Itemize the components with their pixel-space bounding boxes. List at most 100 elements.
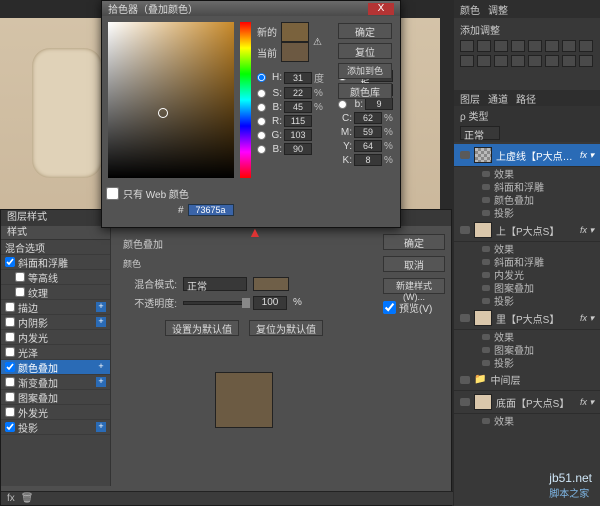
b2-input[interactable] [365, 98, 393, 110]
style-item[interactable]: 颜色叠加+ [1, 360, 110, 375]
style-checkbox[interactable] [5, 302, 15, 312]
style-checkbox[interactable] [5, 332, 15, 342]
visibility-icon[interactable] [482, 272, 490, 278]
close-icon[interactable]: X [368, 3, 394, 15]
h-input[interactable] [284, 72, 312, 84]
add-effect-icon[interactable]: + [96, 422, 106, 432]
preview-checkbox[interactable]: 预览(V) [383, 300, 445, 315]
k-input[interactable] [354, 154, 382, 166]
tab-adjust[interactable]: 调整 [488, 2, 508, 17]
web-only-checkbox[interactable] [106, 187, 119, 200]
add-effect-icon[interactable]: + [96, 362, 106, 372]
style-checkbox[interactable] [5, 407, 15, 417]
layer-effect[interactable]: 颜色叠加 [454, 193, 600, 206]
layer-thumbnail[interactable] [474, 310, 492, 326]
bb-input[interactable] [284, 143, 312, 155]
color-picker-titlebar[interactable]: 拾色器（叠加颜色） X [102, 1, 400, 16]
g-radio[interactable] [257, 131, 266, 140]
h-radio[interactable] [257, 73, 266, 82]
tab-paths[interactable]: 路径 [516, 91, 536, 106]
style-item[interactable]: 外发光 [1, 405, 110, 420]
b-radio[interactable] [257, 103, 266, 112]
add-effect-icon[interactable]: + [96, 302, 106, 312]
visibility-icon[interactable] [460, 376, 470, 384]
visibility-icon[interactable] [460, 398, 470, 406]
add-effect-icon[interactable]: + [96, 317, 106, 327]
layer-effect[interactable]: 图案叠加 [454, 281, 600, 294]
b-input[interactable] [284, 101, 312, 113]
opacity-slider[interactable] [183, 301, 247, 305]
style-item[interactable]: 渐变叠加+ [1, 375, 110, 390]
blend-mode-select[interactable]: 正常 [183, 277, 247, 291]
tab-layers[interactable]: 图层 [460, 91, 480, 106]
visibility-icon[interactable] [482, 298, 490, 304]
s-input[interactable] [284, 87, 312, 99]
visibility-icon[interactable] [482, 259, 490, 265]
visibility-icon[interactable] [482, 334, 490, 340]
style-item[interactable]: 斜面和浮雕 [1, 255, 110, 270]
trash-icon[interactable]: 🗑 [21, 493, 34, 504]
visibility-icon[interactable] [482, 347, 490, 353]
visibility-icon[interactable] [460, 314, 470, 322]
style-checkbox[interactable] [5, 422, 15, 432]
adjustment-icon[interactable] [562, 40, 576, 52]
b2-radio[interactable] [338, 100, 347, 109]
visibility-icon[interactable] [482, 246, 490, 252]
style-item[interactable]: 图案叠加 [1, 390, 110, 405]
layer-effect[interactable]: 投影 [454, 294, 600, 307]
layer-filter[interactable]: ρ 类型 [460, 108, 488, 123]
fx-badge[interactable]: fx ▾ [580, 313, 594, 324]
adjustment-icon[interactable] [511, 40, 525, 52]
fx-badge[interactable]: fx ▾ [580, 225, 594, 236]
adjustment-icon[interactable] [460, 40, 474, 52]
layer-row[interactable]: 上【P大点S】fx ▾ [454, 219, 600, 242]
color-lib-button[interactable]: 颜色库 [338, 83, 392, 99]
adjustment-icon[interactable] [545, 40, 559, 52]
style-checkbox[interactable] [15, 287, 25, 297]
adjustment-icon[interactable] [528, 40, 542, 52]
layer-effect[interactable]: 斜面和浮雕 [454, 255, 600, 268]
fx-badge[interactable]: fx ▾ [580, 150, 594, 161]
layer-thumbnail[interactable] [474, 394, 492, 410]
m-input[interactable] [354, 126, 382, 138]
style-item[interactable]: 内阴影+ [1, 315, 110, 330]
s-radio[interactable] [257, 89, 266, 98]
adjustment-icon[interactable] [477, 40, 491, 52]
layer-effect[interactable]: 投影 [454, 206, 600, 219]
style-item[interactable]: 投影+ [1, 420, 110, 435]
adjustment-icon[interactable] [494, 55, 508, 67]
style-item[interactable]: 混合选项 [1, 240, 110, 255]
layer-effect[interactable]: 投影 [454, 356, 600, 369]
layer-row[interactable]: 上虚线【P大点…fx ▾ [454, 144, 600, 167]
adjustment-icon[interactable] [477, 55, 491, 67]
fx-badge[interactable]: fx ▾ [580, 397, 594, 408]
adjustment-icon[interactable] [511, 55, 525, 67]
visibility-icon[interactable] [482, 360, 490, 366]
style-checkbox[interactable] [5, 347, 15, 357]
adjustment-icon[interactable] [528, 55, 542, 67]
r-radio[interactable] [257, 117, 266, 126]
color-cursor[interactable] [158, 108, 168, 118]
layer-row[interactable]: 底面【P大点S】fx ▾ [454, 391, 600, 414]
reset-default-button[interactable]: 复位为默认值 [249, 320, 323, 336]
style-checkbox[interactable] [5, 362, 15, 372]
new-style-button[interactable]: 新建样式(W)... [383, 278, 445, 294]
layer-blend-mode[interactable]: 正常 [460, 126, 500, 140]
hue-slider[interactable] [240, 22, 251, 178]
adjustment-icon[interactable] [494, 40, 508, 52]
picker-ok-button[interactable]: 确定 [338, 23, 392, 39]
adjustment-icon[interactable] [562, 55, 576, 67]
gamut-warning-icon[interactable]: ⚠ [313, 37, 322, 48]
hex-input[interactable] [188, 204, 234, 216]
r-input[interactable] [284, 115, 312, 127]
style-item[interactable]: 内发光 [1, 330, 110, 345]
visibility-icon[interactable] [482, 184, 490, 190]
layer-effect[interactable]: 效果 [454, 414, 600, 427]
style-item[interactable]: 等高线 [1, 270, 110, 285]
ok-button[interactable]: 确定 [383, 234, 445, 250]
y-input[interactable] [354, 140, 382, 152]
fx-icon[interactable]: fx [7, 493, 15, 504]
visibility-icon[interactable] [482, 171, 490, 177]
adjustment-icon[interactable] [460, 55, 474, 67]
g-input[interactable] [284, 129, 312, 141]
